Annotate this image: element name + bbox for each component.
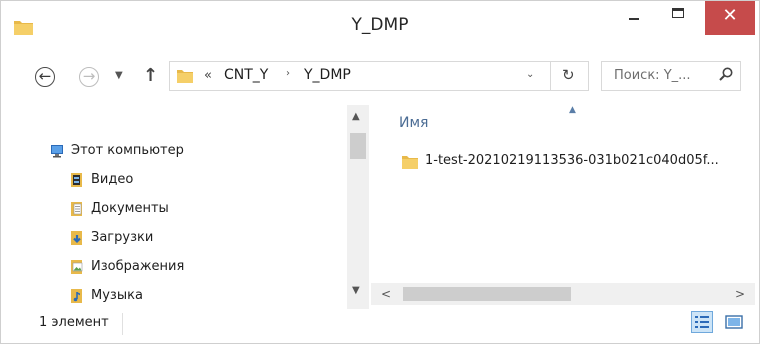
pictures-folder-icon	[71, 260, 83, 274]
address-divider	[550, 62, 551, 90]
documents-folder-icon	[71, 202, 82, 216]
forward-button[interactable]: →	[79, 67, 99, 87]
address-bar[interactable]: « CNT_Y › Y_DMP ⌄ ↻	[169, 61, 589, 91]
video-folder-icon	[71, 173, 82, 187]
breadcrumb-separator-icon[interactable]: ›	[286, 68, 290, 79]
sidebar-item-label: Этот компьютер	[71, 143, 184, 158]
breadcrumb-y-dmp[interactable]: Y_DMP	[304, 67, 351, 83]
file-list-horizontal-scrollbar[interactable]: < >	[371, 283, 755, 305]
downloads-folder-icon	[71, 231, 82, 245]
sidebar-item-label: Загрузки	[91, 230, 154, 245]
sidebar-item-label: Музыка	[91, 288, 143, 303]
back-button[interactable]: ←	[35, 67, 55, 87]
refresh-icon[interactable]: ↻	[562, 66, 575, 84]
maximize-button[interactable]	[657, 1, 701, 35]
scroll-up-icon[interactable]: ▲	[352, 111, 360, 122]
status-bar: 1 элемент	[1, 309, 759, 343]
large-icons-view-icon	[725, 315, 743, 329]
folder-icon	[402, 156, 418, 169]
up-button[interactable]: ↑	[143, 65, 158, 86]
file-name: 1-test-20210219113536-031b021c040d05f...	[425, 153, 719, 168]
recent-locations-button[interactable]: ▼	[115, 70, 123, 81]
scrollbar-thumb[interactable]	[350, 133, 366, 159]
breadcrumb-cnt-y[interactable]: CNT_Y	[224, 67, 268, 83]
address-overflow-button[interactable]: «	[204, 68, 212, 83]
computer-icon	[51, 145, 63, 158]
search-placeholder: Поиск: Y_...	[614, 68, 691, 83]
chevron-down-icon[interactable]: ⌄	[526, 69, 534, 80]
scroll-down-icon[interactable]: ▼	[352, 285, 360, 296]
status-divider	[122, 313, 123, 335]
scroll-right-icon[interactable]: >	[735, 287, 745, 301]
explorer-window: Y_DMP ✕ ← → ▼ ↑ « CNT_Y › Y_DMP ⌄ ↻ Поис…	[0, 0, 760, 344]
maximize-icon	[672, 8, 684, 18]
navigation-pane-scrollbar[interactable]: ▲ ▼	[347, 105, 369, 309]
navigation-pane: Этот компьютер Видео Документы Загрузки …	[1, 105, 371, 309]
folder-icon	[177, 70, 193, 83]
item-count: 1 элемент	[39, 315, 109, 330]
sidebar-item-label: Видео	[91, 172, 134, 187]
sidebar-item-label: Документы	[91, 201, 169, 216]
details-view-button[interactable]	[691, 311, 713, 333]
scroll-left-icon[interactable]: <	[381, 287, 391, 301]
file-list[interactable]: ▲ Имя 1-test-20210219113536-031b021c040d…	[371, 105, 755, 283]
sidebar-item-label: Изображения	[91, 259, 185, 274]
minimize-button[interactable]	[611, 1, 655, 35]
close-icon: ✕	[722, 5, 738, 26]
large-icons-view-button[interactable]	[723, 311, 745, 333]
title-bar[interactable]: Y_DMP ✕	[1, 1, 759, 49]
details-view-icon	[695, 316, 709, 328]
close-button[interactable]: ✕	[705, 1, 755, 35]
minimize-icon	[629, 18, 639, 20]
scrollbar-thumb[interactable]	[403, 287, 571, 301]
search-input[interactable]: Поиск: Y_...	[601, 61, 741, 91]
music-folder-icon	[71, 289, 82, 303]
list-item[interactable]: 1-test-20210219113536-031b021c040d05f...	[401, 151, 757, 173]
column-header-name[interactable]: Имя	[399, 115, 428, 131]
sort-ascending-icon: ▲	[569, 105, 576, 115]
search-icon[interactable]	[718, 66, 734, 82]
